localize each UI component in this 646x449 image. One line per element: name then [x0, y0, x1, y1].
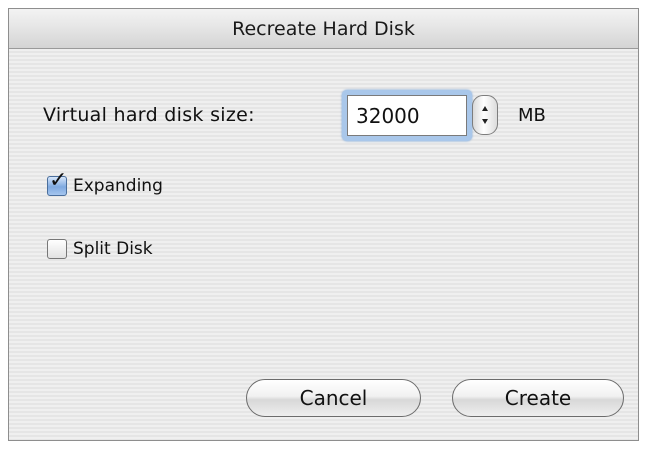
- disk-size-stepper[interactable]: [472, 95, 498, 135]
- expanding-label: Expanding: [73, 176, 163, 196]
- stepper-up-icon[interactable]: [473, 96, 497, 115]
- dialog-title: Recreate Hard Disk: [9, 9, 638, 49]
- create-button[interactable]: Create: [452, 379, 624, 417]
- disk-size-input[interactable]: [347, 95, 467, 136]
- recreate-hard-disk-dialog: Recreate Hard Disk Virtual hard disk siz…: [8, 8, 639, 441]
- expanding-option[interactable]: ✓ Expanding: [47, 170, 163, 198]
- disk-size-unit: MB: [518, 105, 546, 126]
- expanding-checkbox[interactable]: ✓: [47, 170, 67, 196]
- disk-size-focus-ring: [342, 90, 472, 141]
- checkmark-icon: ✓: [49, 168, 68, 193]
- cancel-button[interactable]: Cancel: [246, 379, 421, 417]
- split-disk-checkbox[interactable]: [47, 239, 67, 259]
- split-disk-label: Split Disk: [73, 239, 153, 259]
- split-disk-option[interactable]: Split Disk: [47, 237, 153, 261]
- stepper-down-icon[interactable]: [473, 115, 497, 134]
- disk-size-label: Virtual hard disk size:: [43, 104, 255, 126]
